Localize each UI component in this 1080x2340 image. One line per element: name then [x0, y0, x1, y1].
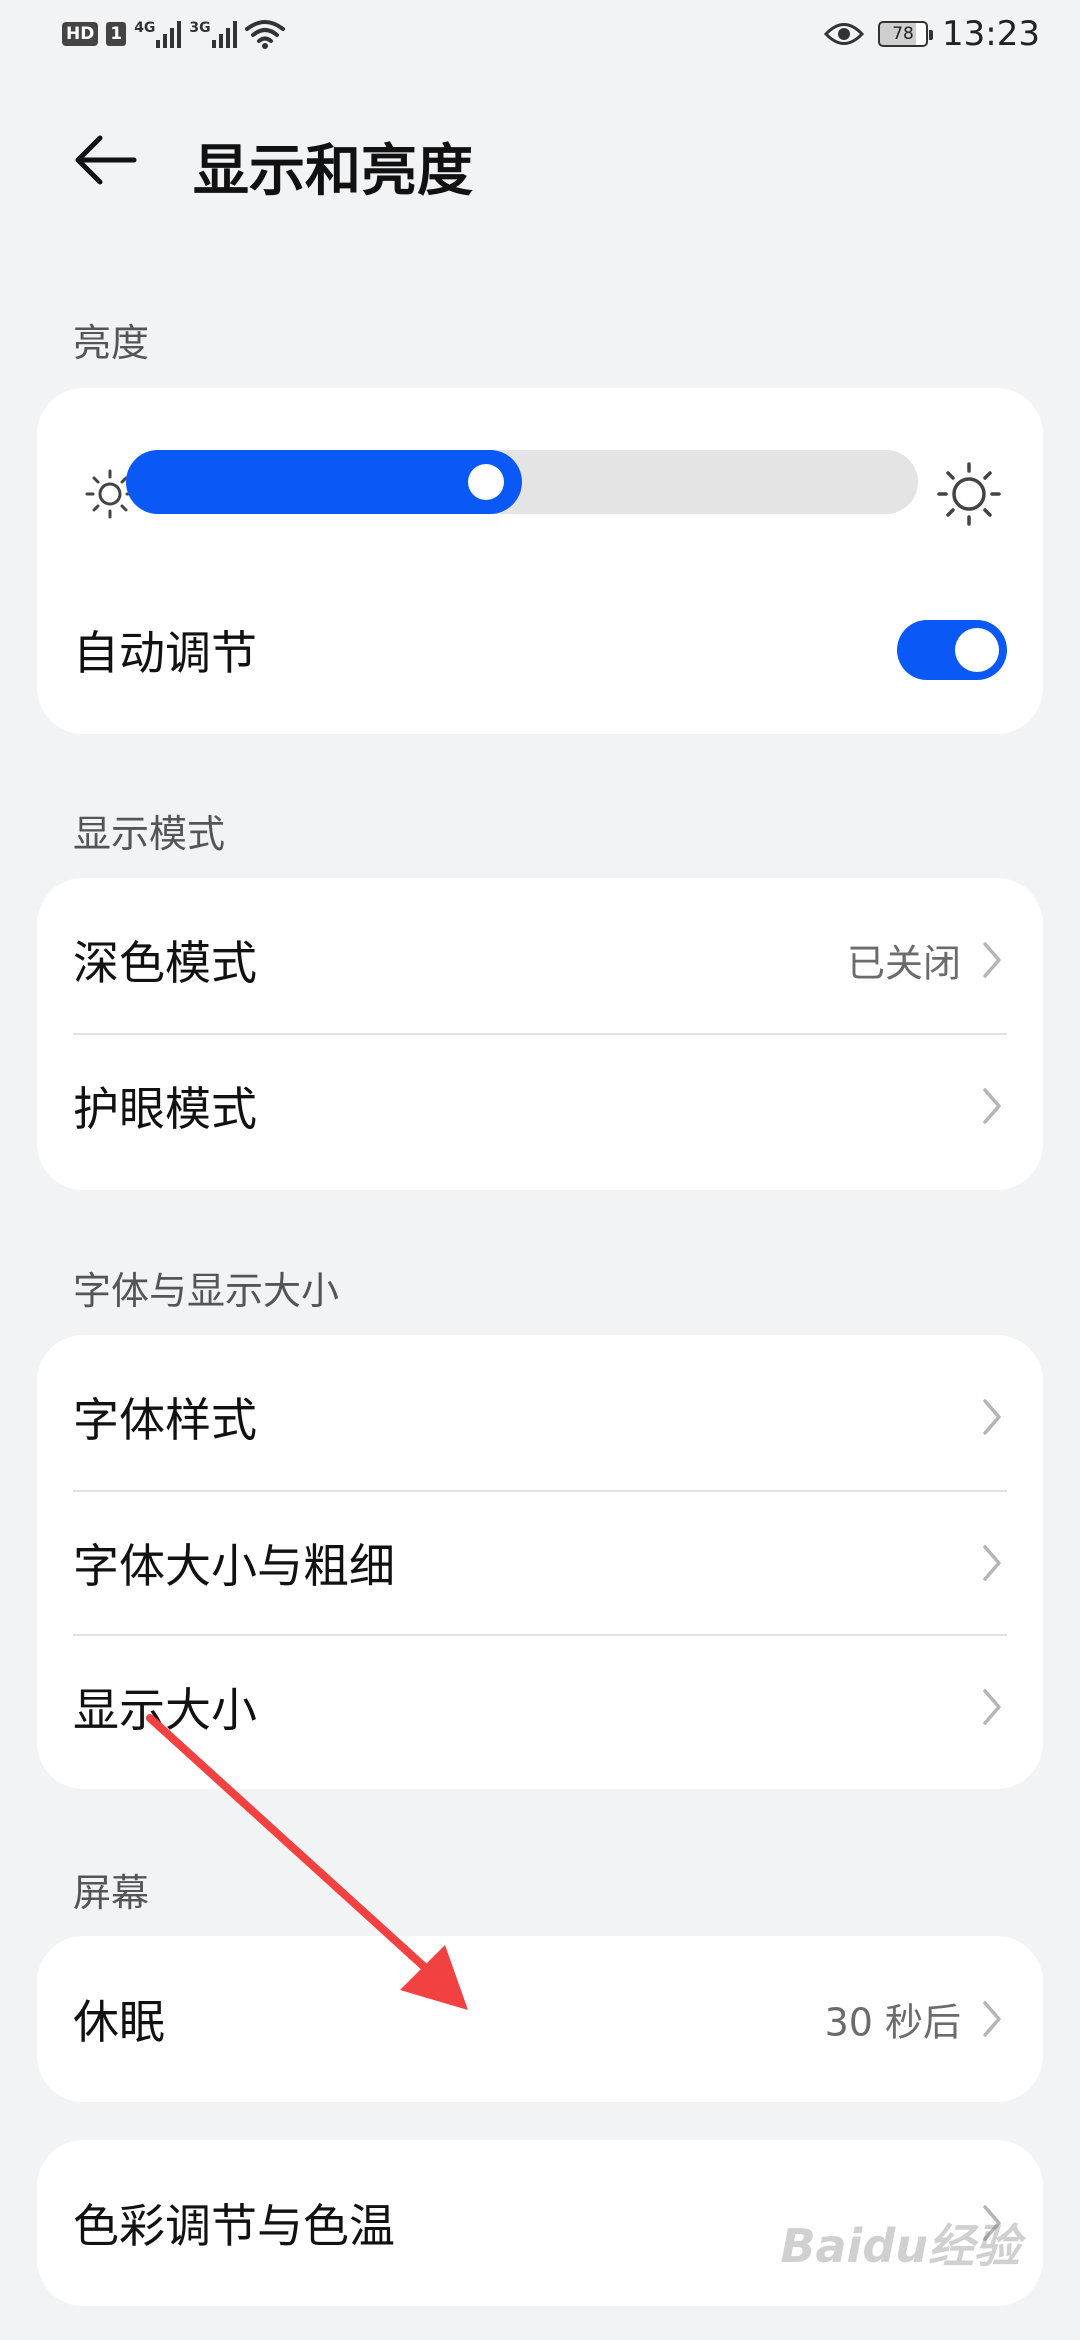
sleep-label: 休眠	[73, 1995, 165, 2049]
brightness-slider-fill	[126, 450, 522, 514]
section-label-brightness: 亮度	[73, 321, 150, 365]
auto-adjust-row[interactable]: 自动调节	[37, 580, 1043, 720]
chevron-right-icon	[983, 1545, 1001, 1581]
eye-comfort-icon	[824, 23, 865, 45]
signal-3g: 3G	[189, 20, 237, 48]
list-item-font-style[interactable]: 字体样式	[37, 1345, 1043, 1489]
back-button[interactable]	[70, 130, 140, 190]
auto-adjust-toggle[interactable]	[897, 620, 1007, 680]
sleep-card: 休眠 30 秒后	[37, 1936, 1043, 2102]
signal-4g-label: 4G	[134, 20, 156, 36]
dark-mode-label: 深色模式	[73, 936, 257, 990]
font-style-label: 字体样式	[73, 1393, 257, 1447]
eye-comfort-label: 护眼模式	[73, 1082, 257, 1136]
battery-icon: 78	[878, 21, 934, 47]
watermark-logo: Baidu经验	[780, 2219, 1020, 2273]
list-item-eye-comfort[interactable]: 护眼模式	[37, 1034, 1043, 1178]
dark-mode-value: 已关闭	[846, 941, 961, 986]
chevron-right-icon	[983, 2001, 1001, 2037]
chevron-right-icon	[983, 1689, 1001, 1725]
section-label-font-display: 字体与显示大小	[73, 1269, 340, 1313]
display-mode-card: 深色模式 已关闭 护眼模式	[37, 878, 1043, 1190]
wifi-icon	[244, 20, 285, 49]
hd-badge: HD	[62, 22, 99, 46]
sun-large-icon	[937, 462, 1001, 526]
list-item-display-size[interactable]: 显示大小	[37, 1635, 1043, 1779]
section-label-screen: 屏幕	[73, 1871, 150, 1915]
list-item-sleep[interactable]: 休眠 30 秒后	[37, 1936, 1043, 2102]
signal-bars-icon	[156, 20, 182, 48]
display-size-label: 显示大小	[73, 1683, 257, 1737]
status-left: HD 1 4G 3G	[62, 18, 285, 50]
font-display-card: 字体样式 字体大小与粗细 显示大小	[37, 1335, 1043, 1789]
brightness-slider[interactable]	[126, 450, 918, 514]
font-size-weight-label: 字体大小与粗细	[73, 1539, 395, 1593]
auto-adjust-label: 自动调节	[73, 626, 257, 680]
toggle-knob	[955, 628, 999, 672]
color-temperature-label: 色彩调节与色温	[73, 2199, 395, 2253]
chevron-right-icon	[983, 1088, 1001, 1124]
status-right: 78 13:23	[824, 14, 1040, 54]
list-item-font-size-weight[interactable]: 字体大小与粗细	[37, 1491, 1043, 1635]
brightness-slider-thumb[interactable]	[468, 464, 504, 500]
status-bar: HD 1 4G 3G 78 13:23	[0, 0, 1080, 75]
signal-3g-label: 3G	[189, 20, 211, 36]
chevron-right-icon	[983, 942, 1001, 978]
chevron-right-icon	[983, 1399, 1001, 1435]
page-header: 显示和亮度	[0, 110, 1080, 210]
signal-bars-icon	[211, 20, 237, 48]
sleep-value: 30 秒后	[824, 2000, 961, 2045]
sim-badge: 1	[106, 22, 127, 46]
status-time: 13:23	[942, 14, 1040, 54]
section-label-display-mode: 显示模式	[73, 812, 226, 856]
arrow-left-icon	[75, 135, 137, 185]
page-title: 显示和亮度	[193, 139, 473, 204]
list-item-dark-mode[interactable]: 深色模式 已关闭	[37, 888, 1043, 1032]
signal-4g: 4G	[134, 20, 182, 48]
